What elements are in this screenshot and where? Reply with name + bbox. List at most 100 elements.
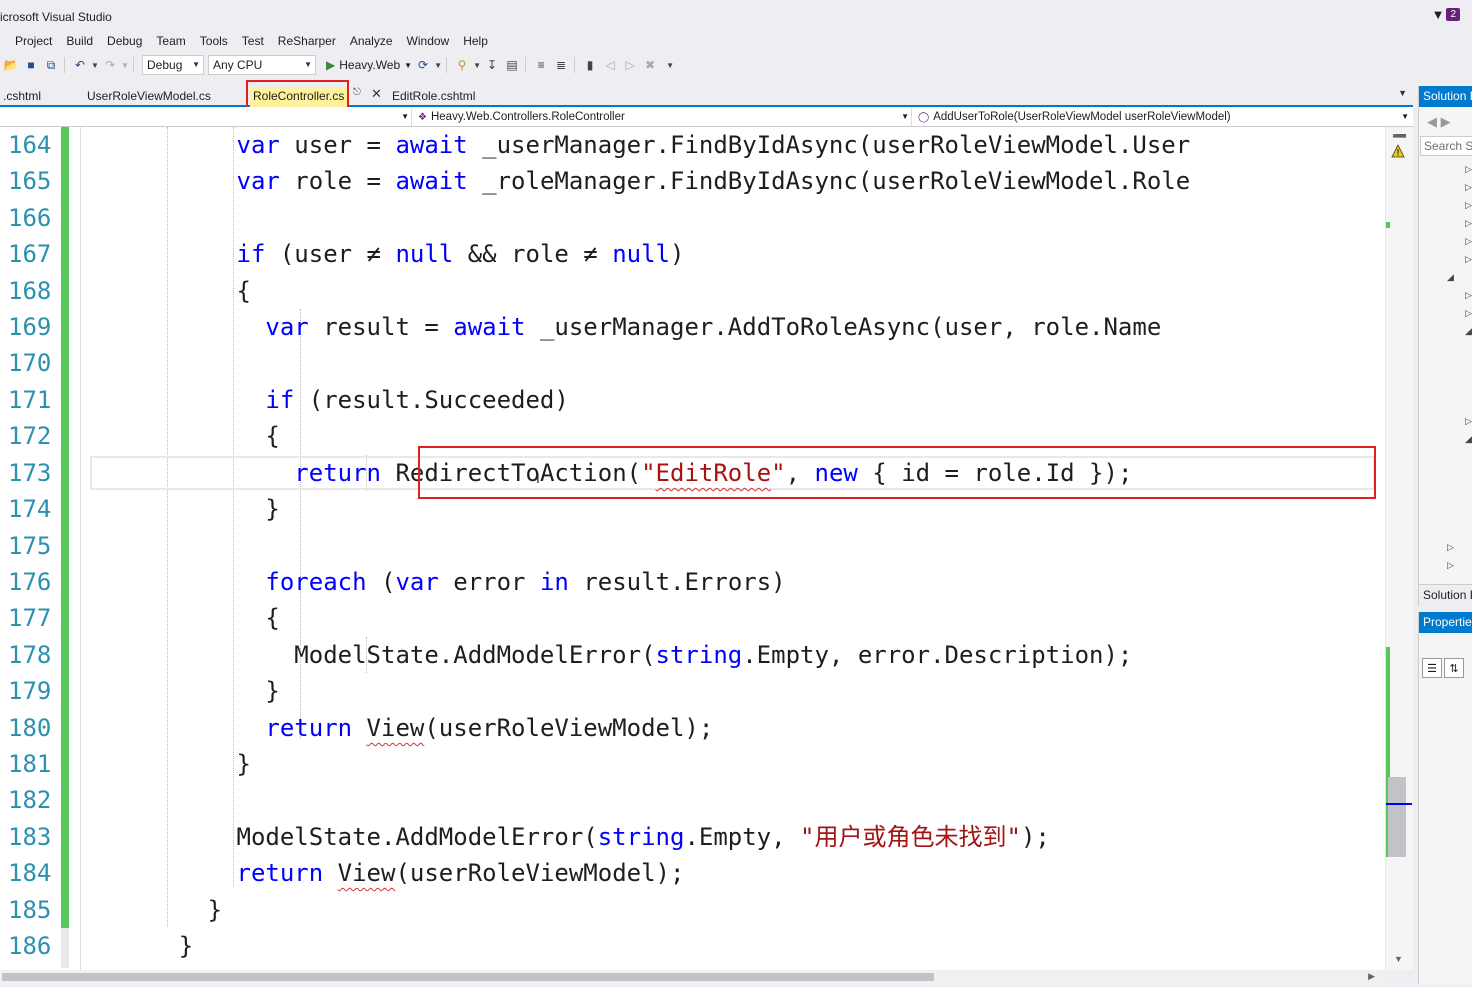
line-number: 186	[8, 932, 52, 960]
menu-project[interactable]: Project	[15, 31, 61, 51]
line-number: 172	[8, 422, 52, 450]
code-line-171: if (result.Succeeded)	[92, 382, 568, 418]
toolbar-overflow-icon[interactable]: ▼	[661, 56, 679, 74]
collapse-arrow-icon[interactable]: ◢	[1447, 272, 1454, 283]
save-icon[interactable]: ■	[22, 56, 40, 74]
tab-editrole[interactable]: EditRole.cshtml	[389, 87, 478, 107]
toolbar-separator	[525, 57, 527, 73]
categorized-icon[interactable]: ☰	[1422, 658, 1442, 678]
menu-window[interactable]: Window	[407, 31, 459, 51]
notification-count-badge[interactable]: 2	[1446, 7, 1460, 21]
menu-build[interactable]: Build	[66, 31, 102, 51]
notifications[interactable]: ▼ 2	[1432, 5, 1460, 23]
toolbar-separator	[446, 57, 448, 73]
expand-arrow-icon[interactable]: ▷	[1465, 290, 1472, 301]
line-number: 169	[8, 313, 52, 341]
line-number: 164	[8, 131, 52, 159]
menu-tools[interactable]: Tools	[200, 31, 237, 51]
code-line-186: }	[92, 928, 193, 964]
expand-arrow-icon[interactable]: ▷	[1465, 200, 1472, 211]
warning-icon[interactable]	[1391, 144, 1405, 158]
clear-bookmarks-icon[interactable]: ✖	[641, 56, 659, 74]
ibeam-cursor-icon: I	[536, 470, 540, 486]
menu-bar: Project Build Debug Team Tools Test ReSh…	[0, 31, 497, 51]
solution-search-input[interactable]: Search Sc	[1420, 136, 1472, 156]
tab-overflow-icon[interactable]: ▼	[1398, 88, 1407, 98]
toolbar-separator	[133, 57, 134, 73]
menu-help[interactable]: Help	[463, 31, 497, 51]
keyword: string	[655, 641, 743, 669]
open-folder-icon[interactable]: 📂	[2, 56, 20, 74]
chevron-down-icon: ▼	[404, 60, 413, 70]
code-line-176: foreach (var error in result.Errors)	[92, 564, 785, 600]
expand-arrow-icon[interactable]: ▷	[1465, 182, 1472, 193]
split-editor-icon[interactable]: ➖	[1392, 129, 1407, 143]
solution-explorer-tab[interactable]: Solution E	[1419, 584, 1472, 606]
step-into-icon[interactable]: ↧	[483, 56, 501, 74]
undo-dropdown-icon[interactable]: ▼	[91, 56, 99, 74]
solution-platform-dropdown[interactable]: Any CPU ▼	[208, 55, 316, 75]
change-marker	[1386, 222, 1390, 228]
tab-cshtml[interactable]: .cshtml	[0, 87, 44, 107]
scrollbar-thumb[interactable]	[1388, 777, 1406, 857]
refresh-icon[interactable]: ⟳	[414, 56, 432, 74]
expand-arrow-icon[interactable]: ▷	[1465, 416, 1472, 427]
previous-bookmark-icon[interactable]: ◁	[601, 56, 619, 74]
horizontal-scrollbar[interactable]: ▶	[0, 970, 1385, 984]
menu-analyze[interactable]: Analyze	[350, 31, 402, 51]
expand-arrow-icon[interactable]: ▷	[1447, 560, 1454, 571]
expand-arrow-icon[interactable]: ▷	[1447, 542, 1454, 553]
expand-arrow-icon[interactable]: ▷	[1465, 308, 1472, 319]
save-all-icon[interactable]: ⧉	[42, 56, 60, 74]
uncomment-icon[interactable]: ≣	[552, 56, 570, 74]
find-icon[interactable]: ⚲	[453, 56, 471, 74]
alphabetical-sort-icon[interactable]: ⇅	[1444, 658, 1464, 678]
project-dropdown[interactable]: ▼	[0, 108, 412, 126]
next-bookmark-icon[interactable]: ▷	[621, 56, 639, 74]
string-literal: "用户或角色未找到"	[800, 823, 1021, 851]
scroll-down-icon[interactable]: ▼	[1394, 954, 1403, 964]
code-text: )	[670, 240, 685, 268]
pin-icon[interactable]: ⎋	[353, 87, 361, 98]
line-number: 166	[8, 204, 52, 232]
member-dropdown[interactable]: ◯ AddUserToRole(UserRoleViewModel userRol…	[918, 108, 1411, 126]
notification-flag-icon[interactable]: ▼	[1432, 7, 1445, 22]
scroll-right-icon[interactable]: ▶	[1368, 971, 1375, 982]
find-dropdown-icon[interactable]: ▼	[473, 56, 481, 74]
tab-rolecontroller[interactable]: RoleController.cs	[250, 87, 348, 107]
collapse-arrow-icon[interactable]: ◢	[1465, 434, 1472, 445]
menu-team[interactable]: Team	[156, 31, 194, 51]
keyword: string	[597, 823, 685, 851]
expand-arrow-icon[interactable]: ▷	[1465, 236, 1472, 247]
tab-userroleviewmodel[interactable]: UserRoleViewModel.cs	[84, 87, 214, 107]
line-number: 182	[8, 786, 52, 814]
solution-configuration-dropdown[interactable]: Debug ▼	[142, 55, 204, 75]
keyword: in	[539, 568, 569, 596]
keyword: await	[453, 313, 526, 341]
bookmark-icon[interactable]: ▮	[581, 56, 599, 74]
undo-icon[interactable]: ↶	[71, 56, 89, 74]
refresh-dropdown-icon[interactable]: ▼	[434, 56, 442, 74]
menu-test[interactable]: Test	[242, 31, 273, 51]
expand-arrow-icon[interactable]: ▷	[1465, 218, 1472, 229]
code-text: && role ≠	[453, 240, 613, 268]
show-all-files-icon[interactable]: ▤	[503, 56, 521, 74]
expand-arrow-icon[interactable]: ▷	[1465, 164, 1472, 175]
start-debugging-button[interactable]: ▶ Heavy.Web ▼	[326, 58, 412, 72]
expand-arrow-icon[interactable]: ▷	[1465, 254, 1472, 265]
code-text: { id = role.Id });	[857, 459, 1133, 487]
code-editor[interactable]: 164 165 166 167 168 169 170 171 172 173 …	[0, 127, 1413, 970]
vertical-scrollbar[interactable]: ➖ ▼	[1385, 127, 1413, 970]
back-forward-icon[interactable]: ◀ ▶	[1427, 114, 1451, 130]
close-icon[interactable]: ✕	[371, 86, 382, 102]
type-dropdown[interactable]: ❖ Heavy.Web.Controllers.RoleController ▼	[418, 108, 912, 126]
redo-icon[interactable]: ↷	[101, 56, 119, 74]
redo-dropdown-icon[interactable]: ▼	[121, 56, 129, 74]
scrollbar-thumb[interactable]	[2, 973, 934, 981]
collapse-arrow-icon[interactable]: ◢	[1465, 326, 1472, 337]
menu-resharper[interactable]: ReSharper	[278, 31, 345, 51]
comment-icon[interactable]: ≡	[532, 56, 550, 74]
string-literal: EditRole	[655, 459, 772, 487]
menu-debug[interactable]: Debug	[107, 31, 151, 51]
